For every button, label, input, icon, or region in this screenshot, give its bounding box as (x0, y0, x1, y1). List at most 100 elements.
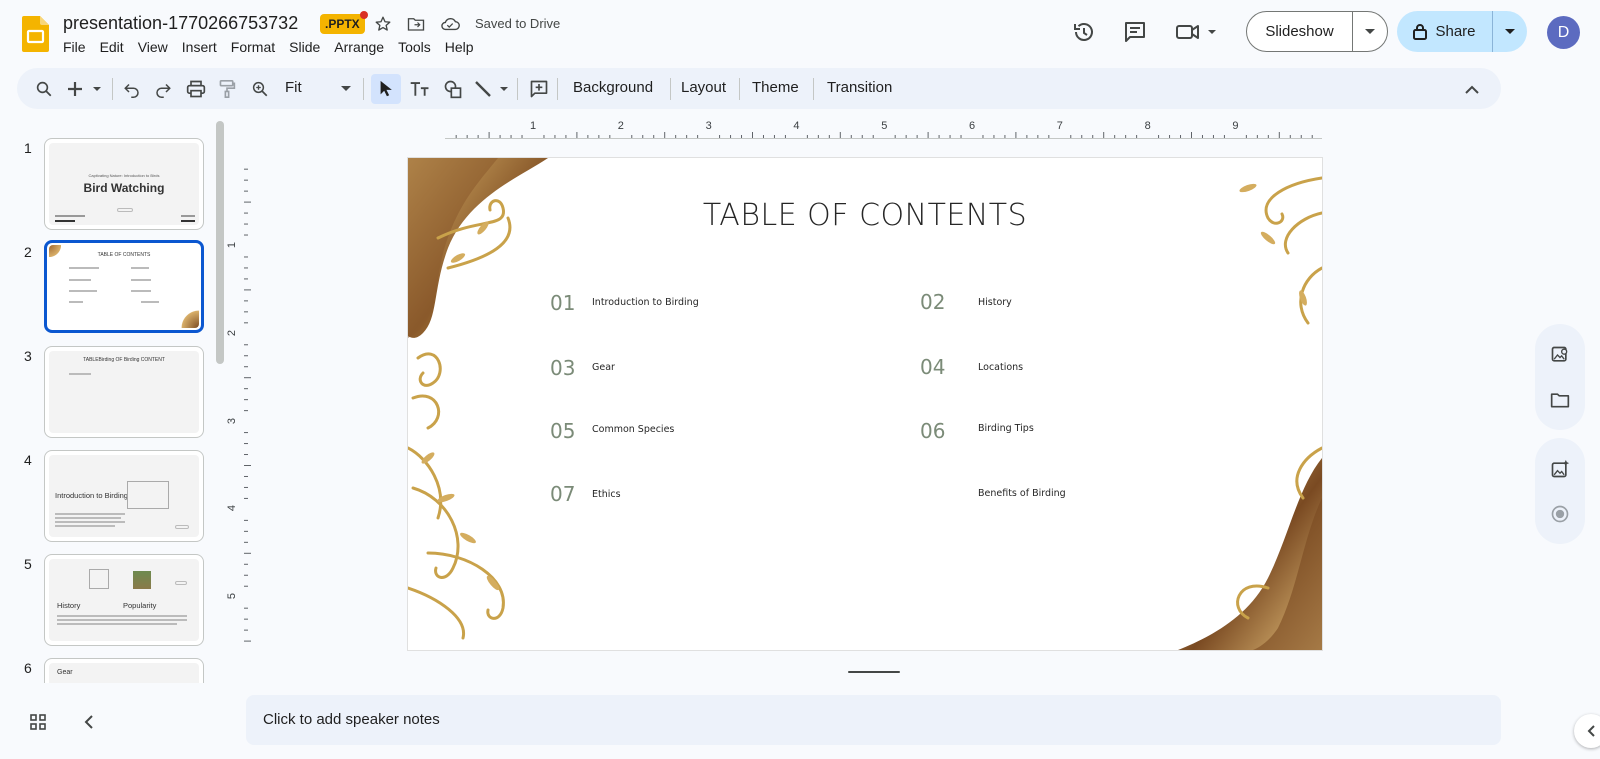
notes-resize-handle[interactable] (848, 671, 900, 673)
toolbar-divider (363, 78, 364, 100)
slide-title[interactable]: TABLE OF CONTENTS (408, 198, 1322, 233)
record-icon[interactable] (1548, 502, 1572, 526)
toc-number[interactable]: 01 (550, 291, 575, 315)
menu-help[interactable]: Help (438, 38, 481, 57)
menu-insert[interactable]: Insert (175, 38, 224, 57)
insert-comment-icon[interactable] (526, 76, 552, 102)
thumb-title: TABLEBirding OF Birding CONTENT (83, 357, 165, 363)
menu-arrange[interactable]: Arrange (327, 38, 391, 57)
folder-icon[interactable] (1548, 388, 1572, 412)
comments-icon[interactable] (1121, 18, 1149, 46)
thumb-line (69, 267, 99, 269)
slideshow-button[interactable]: Slideshow (1246, 11, 1388, 52)
paint-format-icon[interactable] (214, 76, 240, 102)
toc-label[interactable]: History (978, 297, 1012, 308)
file-type-badge[interactable]: .PPTX (320, 14, 365, 34)
slide-thumbnail-3[interactable]: TABLEBirding OF Birding CONTENT (44, 346, 204, 438)
shape-icon[interactable] (440, 76, 466, 102)
slide-thumbnail-2[interactable]: TABLE OF CONTENTS (44, 240, 204, 333)
redo-icon[interactable] (150, 76, 176, 102)
toc-label[interactable]: Common Species (592, 424, 674, 435)
toc-number[interactable]: 03 (550, 356, 575, 380)
menu-tools[interactable]: Tools (391, 38, 438, 57)
speaker-notes-placeholder[interactable]: Click to add speaker notes (263, 711, 440, 728)
toc-label[interactable]: Ethics (592, 489, 621, 500)
side-panel-group (1535, 324, 1585, 430)
toc-label[interactable]: Benefits of Birding (978, 488, 1066, 499)
line-tool-icon[interactable] (473, 76, 513, 102)
account-avatar[interactable]: D (1547, 16, 1580, 49)
image-search-icon[interactable] (1548, 343, 1572, 367)
toc-number[interactable]: 04 (920, 355, 945, 379)
ai-image-generate-icon[interactable] (1548, 457, 1572, 481)
undo-icon[interactable] (119, 76, 145, 102)
slide-thumbnail-6[interactable]: Gear (44, 658, 204, 683)
share-button[interactable]: Share (1397, 11, 1527, 52)
toc-label[interactable]: Birding Tips (978, 423, 1034, 434)
save-status: Saved to Drive (475, 16, 561, 31)
ruler-label: 7 (1056, 120, 1063, 132)
background-button[interactable]: Background (573, 79, 653, 96)
slides-logo-icon[interactable] (22, 16, 49, 52)
vertical-ruler[interactable] (244, 158, 258, 650)
menu-view[interactable]: View (131, 38, 175, 57)
slideshow-options-chevron-down-icon[interactable] (1353, 28, 1387, 36)
transition-button[interactable]: Transition (827, 79, 892, 96)
meet-video-icon[interactable] (1175, 18, 1221, 46)
thumb-line (69, 373, 91, 375)
menu-slide[interactable]: Slide (282, 38, 327, 57)
thumb-line (141, 301, 159, 303)
new-slide-plus-icon[interactable] (65, 76, 105, 102)
thumb-line (131, 279, 151, 281)
thumb-line (55, 517, 121, 519)
layout-button[interactable]: Layout (681, 79, 726, 96)
version-history-icon[interactable] (1070, 18, 1098, 46)
main-toolbar: Fit Background Layout Theme Transition (17, 68, 1501, 109)
theme-button[interactable]: Theme (752, 79, 799, 96)
slide-thumbnail-1[interactable]: Captivating Nature: Introduction to Bird… (44, 138, 204, 230)
toolbar-divider (557, 78, 558, 100)
toc-label[interactable]: Gear (592, 362, 615, 373)
thumb-line (69, 290, 97, 292)
ruler-label: 4 (226, 505, 239, 512)
speaker-notes-area[interactable]: Click to add speaker notes (246, 695, 1501, 745)
toolbar-divider (112, 78, 113, 100)
search-menus-icon[interactable] (31, 76, 57, 102)
star-icon[interactable] (372, 13, 394, 35)
collapse-filmstrip-chevron-left-icon[interactable] (76, 710, 100, 734)
filmstrip-scrollbar[interactable] (216, 121, 224, 364)
menu-edit[interactable]: Edit (93, 38, 131, 57)
slideshow-label[interactable]: Slideshow (1247, 12, 1353, 51)
share-main[interactable]: Share (1397, 11, 1493, 52)
slide-thumbnail-4[interactable]: Introduction to Birding (44, 450, 204, 542)
print-icon[interactable] (183, 76, 209, 102)
toc-number[interactable]: 02 (920, 290, 945, 314)
toc-number[interactable]: 05 (550, 419, 575, 443)
toolbar-divider (813, 78, 814, 100)
text-box-icon[interactable] (407, 76, 433, 102)
select-cursor-icon[interactable] (373, 76, 399, 102)
thumb-line (55, 521, 125, 523)
cloud-saved-icon[interactable] (439, 13, 461, 35)
toc-number[interactable]: 07 (550, 482, 575, 506)
toc-label[interactable]: Introduction to Birding (592, 297, 699, 308)
collapse-toolbar-chevron-up-icon[interactable] (1459, 76, 1485, 102)
slide-canvas[interactable]: TABLE OF CONTENTS 01 Introduction to Bir… (408, 158, 1322, 650)
toc-label[interactable]: Locations (978, 362, 1023, 373)
move-folder-icon[interactable] (405, 13, 427, 35)
thumb-image-placeholder (127, 481, 169, 509)
grid-view-icon[interactable] (26, 710, 50, 734)
toolbar-divider (517, 78, 518, 100)
menu-format[interactable]: Format (224, 38, 282, 57)
zoom-value[interactable]: Fit (285, 79, 302, 96)
toc-number[interactable]: 06 (920, 419, 945, 443)
share-options-chevron-down-icon[interactable] (1493, 28, 1527, 36)
menu-file[interactable]: File (63, 38, 93, 57)
zoom-icon[interactable] (247, 76, 273, 102)
slide-thumbnail-5[interactable]: History Popularity (44, 554, 204, 646)
thumb-subtitle: Captivating Nature: Introduction to Bird… (88, 173, 160, 178)
document-title[interactable]: presentation-1770266753732 (63, 13, 298, 34)
thumb-number: 6 (24, 660, 32, 676)
expand-side-panel-chevron-left-icon[interactable] (1574, 714, 1600, 748)
zoom-dropdown-chevron-down-icon[interactable] (333, 76, 359, 102)
